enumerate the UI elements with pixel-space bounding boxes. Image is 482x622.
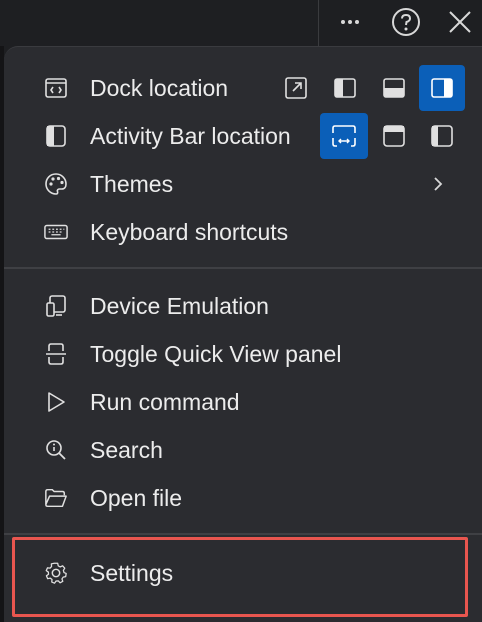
folder-icon (44, 486, 68, 510)
menu-item-label: Activity Bar location (90, 123, 291, 149)
menu-item-run-command[interactable]: Run command (4, 378, 482, 426)
menu-item-label: Device Emulation (90, 293, 269, 319)
activity-bar-top-button[interactable] (371, 113, 417, 159)
dock-undock-button[interactable] (273, 65, 319, 111)
settings-menu: Dock location Activity Bar location Them… (4, 46, 482, 622)
play-icon (44, 390, 68, 414)
toolbar-divider (318, 0, 319, 46)
palette-icon (44, 172, 68, 196)
quick-view-icon (44, 342, 68, 366)
activity-bar-icon (44, 124, 68, 148)
menu-item-device-emulation[interactable]: Device Emulation (4, 282, 482, 330)
menu-item-keyboard-shortcuts[interactable]: Keyboard shortcuts (4, 208, 482, 256)
menu-item-label: Themes (90, 171, 174, 197)
menu-item-themes[interactable]: Themes (4, 160, 482, 208)
chevron-right-icon (426, 172, 450, 196)
settings-highlight (12, 537, 468, 617)
menu-item-toggle-quick-view[interactable]: Toggle Quick View panel (4, 330, 482, 378)
search-icon (44, 438, 68, 462)
dock-bottom-button[interactable] (371, 65, 417, 111)
menu-item-label: Open file (90, 485, 183, 511)
menu-item-label: Search (90, 437, 163, 463)
menu-item-search[interactable]: Search (4, 426, 482, 474)
keyboard-icon (44, 220, 68, 244)
dock-right-button[interactable] (419, 65, 465, 111)
activity-bar-hidden-button[interactable] (320, 113, 368, 159)
menu-separator (4, 267, 482, 269)
top-toolbar (0, 0, 482, 46)
more-icon[interactable] (334, 6, 366, 38)
activity-bar-left-button[interactable] (419, 113, 465, 159)
menu-item-label: Dock location (90, 75, 229, 101)
close-icon[interactable] (444, 6, 476, 38)
menu-item-label: Keyboard shortcuts (90, 219, 289, 245)
dock-left-button[interactable] (322, 65, 368, 111)
device-icon (44, 294, 68, 318)
menu-item-label: Toggle Quick View panel (90, 341, 342, 367)
menu-separator (4, 533, 482, 535)
dock-icon (44, 76, 68, 100)
menu-item-open-file[interactable]: Open file (4, 474, 482, 522)
menu-item-dock-location: Dock location (4, 64, 482, 112)
help-icon[interactable] (390, 6, 422, 38)
menu-item-activity-bar-location: Activity Bar location (4, 112, 482, 160)
menu-item-label: Run command (90, 389, 240, 415)
